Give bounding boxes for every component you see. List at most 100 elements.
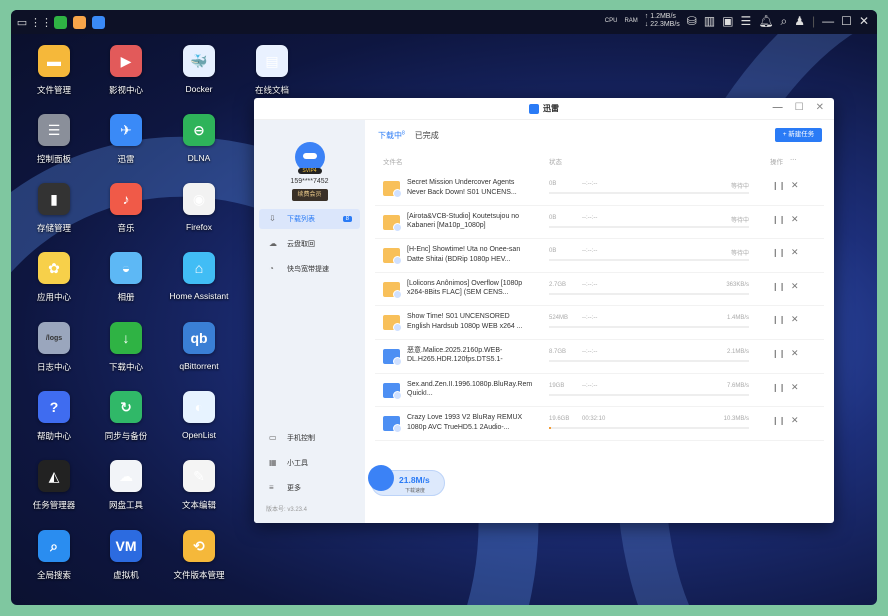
sidebar-item-download-list[interactable]: ⇩ 下载列表 8 bbox=[259, 209, 360, 229]
desktop-icon[interactable]: ☁ 网盘工具 bbox=[90, 460, 162, 511]
video-icon bbox=[383, 382, 402, 400]
book-icon[interactable]: ▥ bbox=[704, 14, 715, 28]
sidebar-item-speedup[interactable]: ◔ 快鸟宽带提速 bbox=[259, 259, 360, 279]
desktop-icon[interactable]: ▮ 存储管理 bbox=[18, 183, 90, 234]
folder-icon bbox=[383, 315, 402, 333]
task-row[interactable]: Crazy Love 1993 V2 BluRay REMUX 1080p AV… bbox=[375, 407, 824, 441]
pinned-thunder[interactable] bbox=[90, 14, 106, 30]
task-row[interactable]: [Lolicons Anônimos] Overflow [1080p x264… bbox=[375, 273, 824, 307]
desktop-icon[interactable]: ◉ Firefox bbox=[163, 183, 235, 232]
top-bar: ▭ ⋮⋮ CPU RAM ↑ 1.2MB/s ↓ 22.3MB/s ⛁ ▥ ▣ ☰… bbox=[11, 10, 877, 34]
delete-icon[interactable]: ✕ bbox=[791, 314, 799, 325]
delete-icon[interactable]: ✕ bbox=[791, 214, 799, 225]
sidebar-item-more[interactable]: ≡ 更多 bbox=[259, 478, 360, 498]
desktop-icon[interactable]: VM 虚拟机 bbox=[90, 530, 162, 581]
app-icon: ▬ bbox=[38, 45, 70, 77]
task-name: Show Time! S01 UNCENSORED English Hardsu… bbox=[407, 313, 523, 330]
menu-icon: ≡ bbox=[269, 483, 274, 492]
desktop-icon[interactable]: 🐳 Docker bbox=[163, 45, 235, 94]
delete-icon[interactable]: ✕ bbox=[791, 247, 799, 258]
maximize-icon[interactable]: ☐ bbox=[841, 14, 852, 28]
pause-icon[interactable]: ❙❙ bbox=[772, 349, 785, 358]
sidebar-item-phone-control[interactable]: ▭ 手机控制 bbox=[259, 428, 360, 448]
desktop-icon[interactable]: ✎ 文本编辑 bbox=[163, 460, 235, 511]
column-header-status: 状态 bbox=[549, 159, 562, 166]
progress-bar bbox=[549, 225, 749, 228]
desktop-icon[interactable]: ▶ 影视中心 bbox=[90, 45, 162, 96]
speed-bubble[interactable]: 21.8M/s 下载速度 bbox=[368, 465, 445, 496]
delete-icon[interactable]: ✕ bbox=[791, 382, 799, 393]
more-options-icon[interactable]: ··· bbox=[790, 156, 797, 163]
delete-icon[interactable]: ✕ bbox=[791, 415, 799, 426]
desktop-icon[interactable]: ♪ 音乐 bbox=[90, 183, 162, 234]
desktop-icon[interactable]: qb qBittorrent bbox=[163, 322, 235, 371]
desktop-icon[interactable]: ⟲ 文件版本管理 bbox=[163, 530, 235, 581]
minimize-icon[interactable]: — bbox=[822, 14, 834, 28]
task-row[interactable]: Sex.and.Zen.II.1996.1080p.BluRay.Remux.A… bbox=[375, 374, 824, 408]
sidebar-item-tools[interactable]: ▦ 小工具 bbox=[259, 453, 360, 473]
notification-bell-icon[interactable]: 🔔︎ bbox=[758, 14, 773, 28]
pause-icon[interactable]: ❙❙ bbox=[772, 181, 785, 190]
desktop-icon-label: Firefox bbox=[186, 222, 212, 232]
desktop-icon[interactable]: ◐ OpenList bbox=[163, 391, 235, 440]
task-status: 1.4MB/s bbox=[726, 315, 749, 322]
desktop-icon[interactable]: /logs 日志中心 bbox=[18, 322, 90, 373]
cpu-gauge-icon[interactable]: CPU bbox=[605, 18, 618, 24]
new-task-button[interactable]: + 新建任务 bbox=[775, 128, 822, 142]
delete-icon[interactable]: ✕ bbox=[791, 281, 799, 292]
desktop-icon[interactable]: ⊖ DLNA bbox=[163, 114, 235, 163]
desktop-icon[interactable]: ⌕ 全局搜索 bbox=[18, 530, 90, 581]
desktop-icon[interactable]: ↓ 下载中心 bbox=[90, 322, 162, 373]
desktop-icon[interactable]: ⌂ Home Assistant bbox=[163, 252, 235, 301]
pause-icon[interactable]: ❙❙ bbox=[772, 416, 785, 425]
show-desktop-icon[interactable]: ▭ bbox=[14, 14, 30, 30]
task-size: 0B bbox=[549, 248, 557, 255]
ram-gauge-icon[interactable]: RAM bbox=[624, 18, 637, 24]
desktop-icon[interactable]: ▤ 在线文档 bbox=[236, 45, 308, 96]
renew-membership-button[interactable]: 续费会员 bbox=[291, 189, 328, 201]
user-icon[interactable]: ♟ bbox=[794, 14, 805, 28]
network-speed[interactable]: ↑ 1.2MB/s ↓ 22.3MB/s bbox=[645, 13, 680, 29]
desktop-icon[interactable]: ☰ 控制面板 bbox=[18, 114, 90, 165]
desktop-icon[interactable]: ◭ 任务管理器 bbox=[18, 460, 90, 511]
task-size: 19.6GB bbox=[549, 416, 570, 423]
pause-icon[interactable]: ❙❙ bbox=[772, 315, 785, 324]
storage-icon[interactable]: ⛁ bbox=[687, 14, 697, 28]
desktop-icon[interactable]: ▬ 文件管理 bbox=[18, 45, 90, 96]
app-grid-icon[interactable]: ⋮⋮ bbox=[30, 14, 52, 30]
maximize-icon[interactable]: ☐ bbox=[795, 102, 804, 113]
task-status: 等待中 bbox=[730, 251, 749, 258]
mascot-icon bbox=[368, 465, 394, 491]
delete-icon[interactable]: ✕ bbox=[791, 180, 799, 191]
pause-icon[interactable]: ❙❙ bbox=[772, 248, 785, 257]
window-title-bar[interactable]: 迅雷 — ☐ ✕ bbox=[254, 98, 834, 120]
sidebar-item-cloud-retrieve[interactable]: ☁ 云盘取回 bbox=[259, 234, 360, 254]
task-row[interactable]: 恶意.Malice.2025.2160p.WEB-DL.H265.HDR.120… bbox=[375, 340, 824, 374]
desktop-icon[interactable]: ↻ 同步与备份 bbox=[90, 391, 162, 442]
desktop-icon[interactable]: ✿ 应用中心 bbox=[18, 252, 90, 303]
task-row[interactable]: [Airota&VCB-Studio] Koutetsujou no Kaban… bbox=[375, 206, 824, 240]
close-icon[interactable]: ✕ bbox=[816, 102, 824, 113]
pause-icon[interactable]: ❙❙ bbox=[772, 383, 785, 392]
task-status: 等待中 bbox=[730, 217, 749, 224]
desktop-icon[interactable]: ◒ 相册 bbox=[90, 252, 162, 303]
desktop-icon[interactable]: ? 帮助中心 bbox=[18, 391, 90, 442]
tab-downloading[interactable]: 下载中8 bbox=[378, 130, 405, 141]
close-icon[interactable]: ✕ bbox=[859, 14, 869, 28]
monitor-icon[interactable]: ▣ bbox=[722, 14, 733, 28]
tab-completed[interactable]: 已完成 bbox=[415, 130, 439, 141]
task-row[interactable]: Secret Mission Undercover Agents Never B… bbox=[375, 172, 824, 206]
pause-icon[interactable]: ❙❙ bbox=[772, 215, 785, 224]
settings-list-icon[interactable]: ☰ bbox=[741, 14, 752, 28]
minimize-icon[interactable]: — bbox=[773, 102, 783, 113]
pinned-download-center[interactable] bbox=[52, 14, 68, 30]
task-row[interactable]: Show Time! S01 UNCENSORED English Hardsu… bbox=[375, 306, 824, 340]
task-row[interactable]: [H-Enc] Showtime! Uta no Onee-san Datte … bbox=[375, 239, 824, 273]
speedometer-icon: ◔ bbox=[269, 264, 274, 273]
delete-icon[interactable]: ✕ bbox=[791, 348, 799, 359]
desktop-icon[interactable]: ✈ 迅雷 bbox=[90, 114, 162, 165]
search-icon[interactable]: ⌕ bbox=[781, 14, 788, 29]
pinned-app-center[interactable] bbox=[71, 14, 87, 30]
pause-icon[interactable]: ❙❙ bbox=[772, 282, 785, 291]
desktop-icon-label: 迅雷 bbox=[117, 154, 135, 164]
